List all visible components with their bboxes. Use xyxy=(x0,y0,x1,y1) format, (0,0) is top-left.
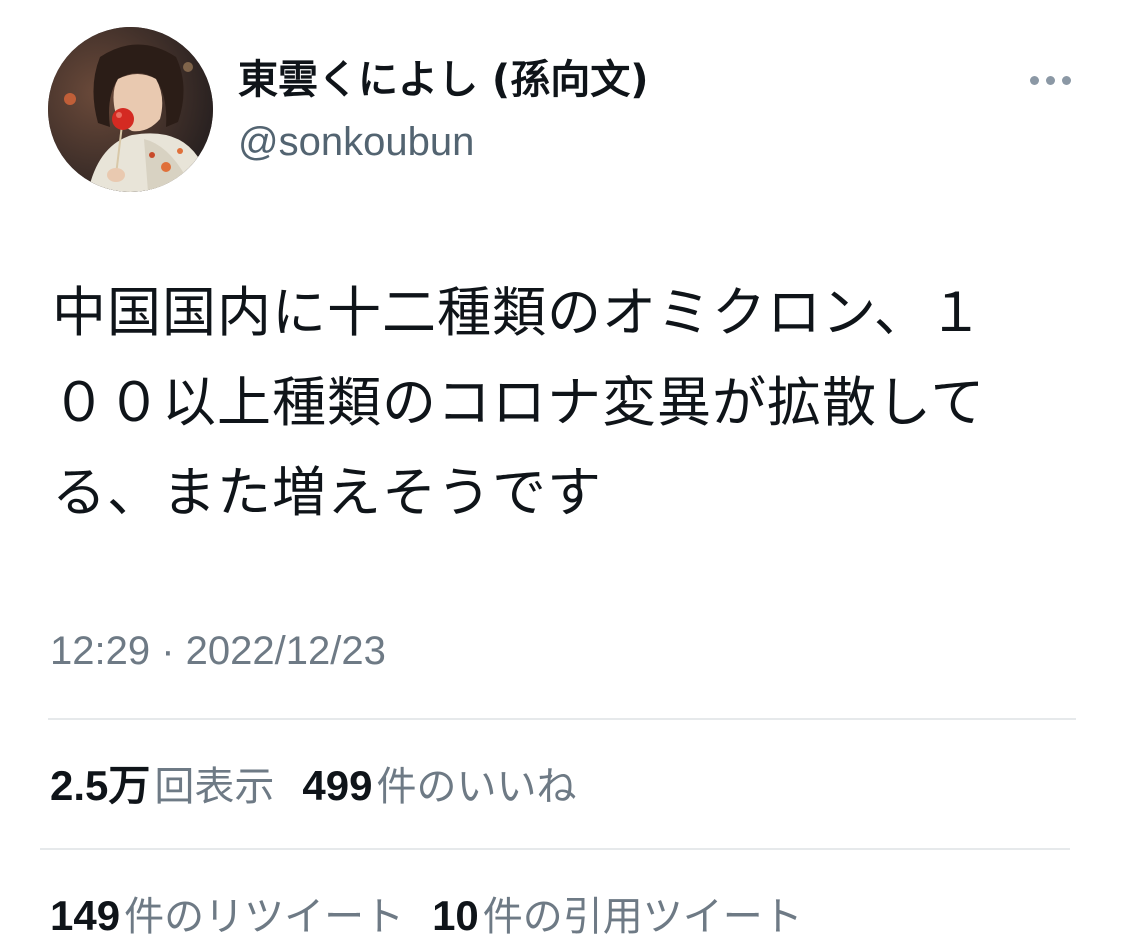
retweets-label: 件のリツイート xyxy=(124,894,405,940)
tweet-text: 中国国内に十二種類のオミクロン、１００以上種類のコロナ変異が拡散してる、また増え… xyxy=(52,281,986,524)
likes-count: 499 xyxy=(302,762,373,809)
tweet-timestamp[interactable]: 12:29 · 2022/12/23 xyxy=(50,624,386,678)
author-block: 東雲くによし (孫向文) @sonkoubun xyxy=(238,52,649,170)
more-options-button[interactable] xyxy=(1022,62,1078,98)
quotes-stat[interactable]: 10 件の引用ツイート xyxy=(432,888,803,945)
divider xyxy=(48,718,1076,720)
more-horizontal-icon-dot xyxy=(1061,75,1071,85)
retweets-stat[interactable]: 149 件のリツイート xyxy=(50,888,404,945)
quotes-label: 件の引用ツイート xyxy=(482,894,803,940)
divider xyxy=(40,848,1070,850)
views-stat[interactable]: 2.5万 回表示 xyxy=(50,758,274,815)
likes-label: 件のいいね xyxy=(376,764,577,810)
avatar[interactable] xyxy=(48,27,213,192)
retweets-count: 149 xyxy=(50,892,121,939)
user-handle[interactable]: @sonkoubun xyxy=(238,114,649,170)
more-horizontal-icon xyxy=(1029,75,1039,85)
likes-stat[interactable]: 499 件のいいね xyxy=(302,758,576,815)
avatar-illustration-icon xyxy=(48,27,213,192)
stats-row-retweets-quotes: 149 件のリツイート 10 件の引用ツイート xyxy=(50,888,831,945)
tweet-detail: 東雲くによし (孫向文) @sonkoubun 中国国内に十二種類のオミクロン、… xyxy=(0,0,1125,949)
quotes-count: 10 xyxy=(432,892,479,939)
views-label: 回表示 xyxy=(154,764,275,810)
stats-row-views-likes: 2.5万 回表示 499 件のいいね xyxy=(50,758,604,815)
more-horizontal-icon-dot xyxy=(1045,75,1055,85)
display-name[interactable]: 東雲くによし (孫向文) xyxy=(238,52,649,108)
views-count: 2.5万 xyxy=(50,762,151,809)
